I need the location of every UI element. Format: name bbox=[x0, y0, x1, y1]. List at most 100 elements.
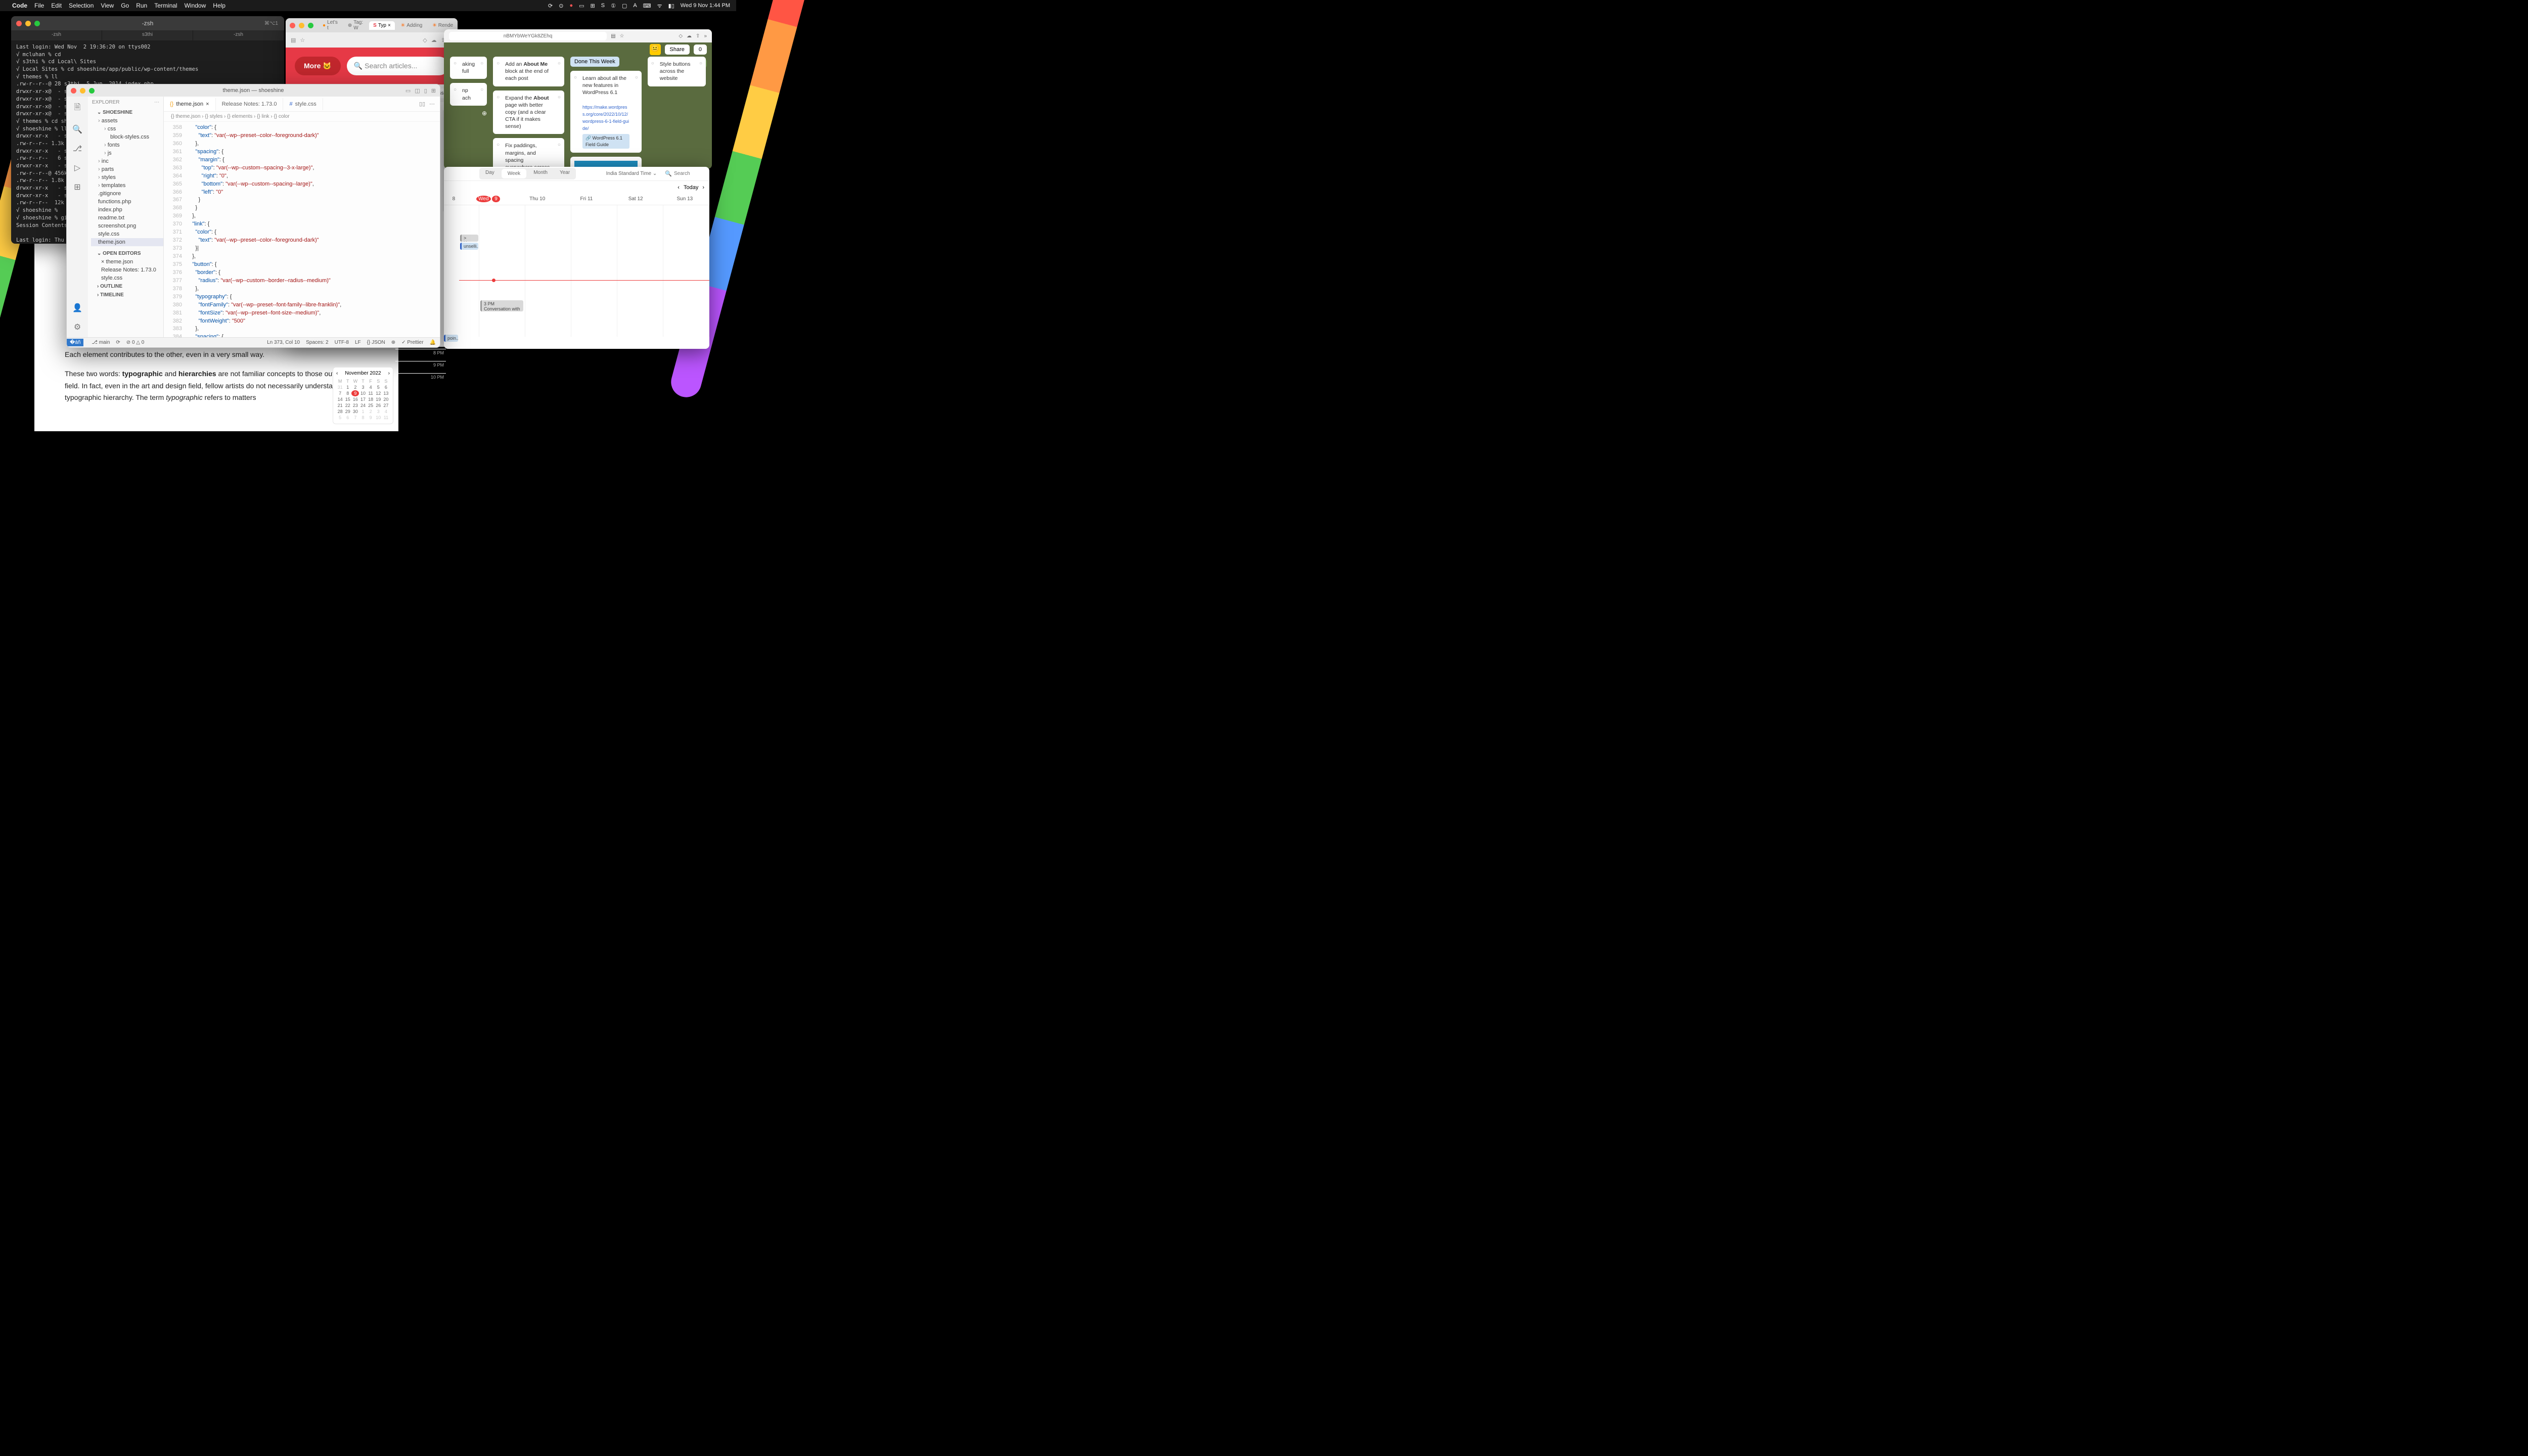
editor-tab[interactable]: #style.css bbox=[283, 98, 323, 110]
seg-month[interactable]: Month bbox=[527, 168, 554, 179]
terminal-tab[interactable]: -zsh bbox=[193, 30, 284, 40]
calendar-search[interactable] bbox=[674, 171, 704, 176]
search-icon[interactable]: 🔍 bbox=[72, 124, 82, 134]
outline-section[interactable]: › OUTLINE bbox=[88, 282, 163, 291]
shield-icon[interactable]: ◇ bbox=[679, 33, 683, 39]
browser-tab-active[interactable]: STyp× bbox=[369, 21, 395, 30]
browser-tab[interactable]: ✳Rende bbox=[428, 21, 457, 30]
more-icon[interactable]: ⋯ bbox=[154, 100, 159, 105]
seg-year[interactable]: Year bbox=[554, 168, 576, 179]
mini-cal-grid[interactable]: MTWTFSS311234567891011121314151617181920… bbox=[336, 378, 390, 421]
terminal-tab[interactable]: -zsh bbox=[11, 30, 102, 40]
eol-indicator[interactable]: LF bbox=[355, 340, 361, 345]
tree-item[interactable]: readme.txt bbox=[91, 214, 163, 222]
cursor-position[interactable]: Ln 373, Col 10 bbox=[267, 340, 300, 345]
board-card[interactable]: Fix paddings, margins, and spacing every… bbox=[493, 138, 564, 169]
browser-tab[interactable]: ⊕Tag: W bbox=[344, 18, 367, 32]
tree-item[interactable]: › styles bbox=[91, 173, 163, 181]
tree-item[interactable]: index.php bbox=[91, 206, 163, 214]
tree-item[interactable]: › fonts bbox=[91, 141, 163, 149]
reader-icon[interactable]: ▤ bbox=[611, 33, 615, 39]
scm-icon[interactable]: ⎇ bbox=[73, 144, 82, 154]
link-pill[interactable]: 🔗 WordPress 6.1 Field Guide bbox=[582, 134, 629, 148]
panel-icon[interactable]: ◫ bbox=[415, 87, 420, 94]
seg-week[interactable]: Week bbox=[502, 169, 526, 178]
view-segmented[interactable]: Day Week Month Year bbox=[479, 168, 576, 179]
tree-item[interactable]: › assets bbox=[91, 117, 163, 125]
next-button[interactable]: › bbox=[702, 185, 704, 191]
status-icon[interactable]: ⟳ bbox=[548, 3, 553, 9]
more-button[interactable]: More 🐱 bbox=[295, 57, 341, 75]
split-icon[interactable]: ▯▯ bbox=[419, 101, 425, 107]
menu-go[interactable]: Go bbox=[121, 2, 129, 9]
browser-tab[interactable]: ✳Adding bbox=[397, 21, 427, 30]
status-icon[interactable]: ⌨ bbox=[643, 3, 651, 9]
tree-item[interactable]: › css bbox=[91, 125, 163, 133]
window-controls[interactable] bbox=[71, 88, 95, 94]
cloud-icon[interactable]: ☁ bbox=[431, 37, 437, 43]
status-icon[interactable]: ⊙ bbox=[559, 3, 563, 9]
board-card[interactable]: Learn about all the new features in Word… bbox=[570, 71, 642, 153]
open-editor-item[interactable]: × theme.json bbox=[91, 258, 163, 266]
tree-item[interactable]: style.css bbox=[91, 230, 163, 238]
tree-item[interactable]: block-styles.css bbox=[91, 133, 163, 141]
menu-run[interactable]: Run bbox=[136, 2, 147, 9]
calendar-event[interactable]: 3 PM Conversation with L... bbox=[480, 300, 523, 311]
menu-file[interactable]: File bbox=[34, 2, 44, 9]
tree-item[interactable]: theme.json bbox=[91, 238, 163, 246]
shield-icon[interactable]: ◇ bbox=[423, 37, 427, 43]
window-controls[interactable] bbox=[16, 21, 40, 26]
status-icon[interactable]: S bbox=[601, 3, 605, 9]
prev-button[interactable]: ‹ bbox=[678, 185, 680, 191]
notes-address[interactable]: nBMYbWeYGk8ZEhq bbox=[449, 32, 607, 40]
breadcrumbs[interactable]: {} theme.json › {} styles › {} elements … bbox=[164, 112, 440, 122]
status-icon[interactable]: ▢ bbox=[622, 3, 627, 9]
status-icon[interactable]: ① bbox=[611, 3, 616, 9]
next-month[interactable]: › bbox=[388, 371, 390, 376]
project-name[interactable]: ⌄ SHOESHINE bbox=[88, 108, 163, 117]
tree-item[interactable]: › inc bbox=[91, 157, 163, 165]
branch-indicator[interactable]: ⎇ main bbox=[92, 340, 110, 345]
menu-window[interactable]: Window bbox=[185, 2, 206, 9]
tree-item[interactable]: functions.php bbox=[91, 198, 163, 206]
calendar-event[interactable]: > Har... bbox=[460, 235, 478, 242]
gear-icon[interactable]: ⚙ bbox=[74, 322, 81, 332]
calendar-event[interactable]: poin... bbox=[444, 335, 458, 342]
terminal-tabs[interactable]: -zsh s3thi -zsh bbox=[11, 30, 284, 40]
share-icon[interactable]: ⇧ bbox=[696, 33, 700, 39]
window-controls[interactable] bbox=[290, 23, 313, 28]
prev-month[interactable]: ‹ bbox=[336, 371, 338, 376]
tree-item[interactable]: screenshot.png bbox=[91, 222, 163, 230]
prettier-indicator[interactable]: ✓ Prettier bbox=[401, 340, 423, 345]
debug-icon[interactable]: ▷ bbox=[74, 163, 80, 173]
open-editor-item[interactable]: style.css bbox=[91, 274, 163, 282]
bookmark-icon[interactable]: ☆ bbox=[620, 33, 624, 39]
tree-item[interactable]: .gitignore bbox=[91, 190, 163, 198]
search-icon[interactable]: 🔍 bbox=[665, 170, 672, 177]
battery-icon[interactable]: ▮▯ bbox=[668, 3, 674, 9]
layout-icon[interactable]: ▭ bbox=[405, 87, 411, 94]
board-card[interactable]: Add an About Me block at the end of each… bbox=[493, 57, 564, 86]
calendar-event[interactable]: unselli... bbox=[460, 243, 478, 250]
open-editors-section[interactable]: ⌄ OPEN EDITORS bbox=[88, 249, 163, 258]
status-icon[interactable]: ▭ bbox=[579, 3, 584, 9]
encoding-indicator[interactable]: UTF-8 bbox=[335, 340, 349, 345]
avatar-icon[interactable]: 😐 bbox=[650, 44, 661, 55]
more-icon[interactable]: » bbox=[704, 33, 707, 39]
sync-button[interactable]: ⟳ bbox=[116, 340, 120, 345]
editor-tab[interactable]: {}theme.json× bbox=[164, 98, 216, 111]
reader-icon[interactable]: ▤ bbox=[291, 37, 296, 43]
timeline-section[interactable]: › TIMELINE bbox=[88, 291, 163, 299]
mini-calendar[interactable]: ‹ November 2022 › MTWTFSS311234567891011… bbox=[333, 367, 393, 424]
terminal-tab[interactable]: s3thi bbox=[102, 30, 193, 40]
status-icon[interactable]: ● bbox=[569, 3, 573, 9]
cloud-icon[interactable]: ☁ bbox=[687, 33, 692, 39]
tree-item[interactable]: › templates bbox=[91, 181, 163, 190]
board-card[interactable]: Expand the About page with better copy (… bbox=[493, 90, 564, 134]
app-name[interactable]: Code bbox=[12, 2, 27, 9]
extensions-icon[interactable]: ⊞ bbox=[74, 182, 80, 192]
browser-tab[interactable]: ●Let's t bbox=[319, 18, 342, 32]
menu-view[interactable]: View bbox=[101, 2, 114, 9]
editor-tab[interactable]: Release Notes: 1.73.0 bbox=[216, 98, 284, 110]
column-header[interactable]: Done This Week bbox=[570, 57, 619, 67]
